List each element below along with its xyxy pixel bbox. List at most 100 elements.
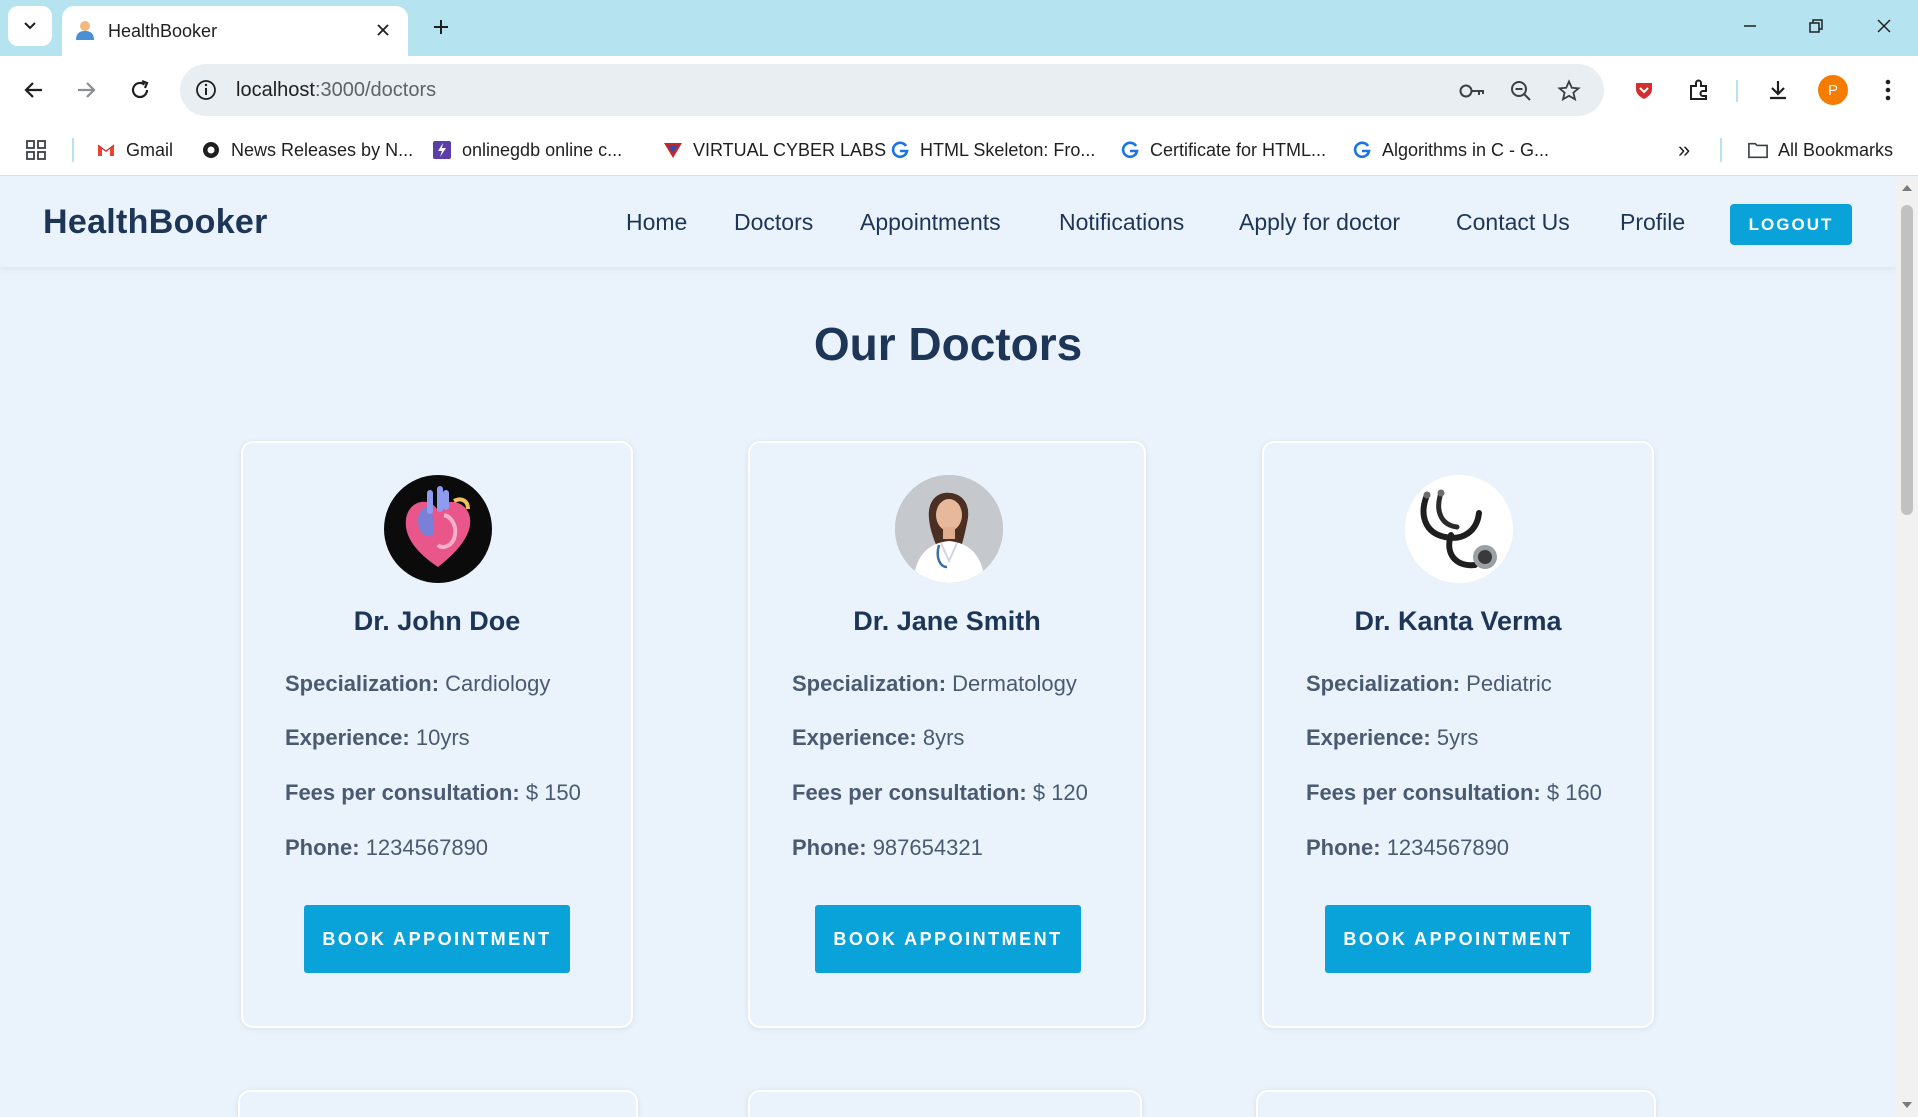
news-icon <box>203 142 219 158</box>
close-window-button[interactable] <box>1864 8 1904 44</box>
g-icon <box>1121 141 1139 159</box>
doctor-fees: Fees per consultation: $ 150 <box>285 780 581 806</box>
active-tab[interactable]: HealthBooker <box>62 6 408 56</box>
bookmark-label: onlinegdb online c... <box>462 139 623 160</box>
shield-extension-icon <box>1636 83 1652 99</box>
book-appointment-button[interactable]: BOOK APPOINTMENT <box>1325 905 1591 973</box>
doctor-favicon-icon <box>76 21 94 40</box>
doctor-experience: Experience: 8yrs <box>792 725 964 751</box>
experience-value: 8yrs <box>922 725 965 750</box>
nav-apply-for-doctor[interactable]: Apply for doctor <box>1239 209 1400 236</box>
bookmark-star-button[interactable] <box>1554 76 1584 106</box>
page-scrollbar[interactable] <box>1896 177 1918 1117</box>
doctor-photo-portrait <box>895 475 1003 583</box>
doctor-specialization: Specialization: Dermatology <box>792 671 1077 697</box>
logout-button[interactable]: LOGOUT <box>1730 204 1852 245</box>
specialization-value: Pediatric <box>1466 671 1552 696</box>
doctor-name: Dr. Jane Smith <box>853 606 1041 636</box>
apps-button[interactable] <box>26 136 46 164</box>
experience-value: 10yrs <box>415 725 470 750</box>
profile-avatar[interactable]: P <box>1818 75 1848 105</box>
restore-icon <box>1809 19 1823 33</box>
extension-shield-button[interactable] <box>1626 72 1662 108</box>
browser-toolbar: localhost:3000/doctors <box>0 56 1918 124</box>
bookmark-onlinegdb[interactable]: onlinegdb online c... <box>432 136 622 164</box>
fees-label: Fees per consultation: <box>285 780 520 805</box>
star-icon <box>1557 79 1581 102</box>
nav-contact-us[interactable]: Contact Us <box>1456 209 1570 236</box>
scrollbar-thumb[interactable] <box>1901 205 1913 515</box>
all-bookmarks-button[interactable]: All Bookmarks <box>1748 136 1893 164</box>
book-appointment-button[interactable]: BOOK APPOINTMENT <box>815 905 1081 973</box>
url-host: localhost <box>236 79 315 101</box>
tab-search-button[interactable] <box>8 6 52 46</box>
browser-menu-button[interactable] <box>1870 72 1906 108</box>
doctor-card: Dr. John Doe Specialization: Cardiology … <box>241 441 633 1028</box>
nav-home[interactable]: Home <box>626 209 687 236</box>
downloads-button[interactable] <box>1760 72 1796 108</box>
doctor-card-partial <box>1256 1090 1656 1117</box>
arrow-right-icon <box>78 82 96 98</box>
doctor-specialization: Specialization: Pediatric <box>1306 671 1552 697</box>
experience-label: Experience: <box>1306 725 1431 750</box>
chevron-double-right-icon: » <box>1678 137 1691 162</box>
bookmark-virtual-cyber-labs[interactable]: VIRTUAL CYBER LABS <box>663 136 886 164</box>
minimize-icon <box>1744 25 1756 27</box>
fees-value: $ 150 <box>525 780 581 805</box>
password-key-button[interactable] <box>1457 76 1487 106</box>
browser-tab-strip: HealthBooker <box>0 0 1918 56</box>
folder-icon <box>1748 142 1768 159</box>
zoom-out-icon <box>1511 81 1531 101</box>
doctor-name: Dr. John Doe <box>353 606 521 636</box>
address-bar[interactable]: localhost:3000/doctors <box>180 64 1604 116</box>
phone-label: Phone: <box>792 835 867 860</box>
specialization-value: Dermatology <box>952 671 1077 696</box>
bookmark-html-skeleton[interactable]: HTML Skeleton: Fro... <box>890 136 1095 164</box>
tab-close-button[interactable] <box>370 17 396 43</box>
book-appointment-button[interactable]: BOOK APPOINTMENT <box>304 905 570 973</box>
site-info-button[interactable] <box>192 76 220 104</box>
specialization-label: Specialization: <box>1306 671 1461 696</box>
page-title: Our Doctors <box>813 318 1083 370</box>
bookmark-certificate-html[interactable]: Certificate for HTML... <box>1120 136 1326 164</box>
scroll-down-arrow[interactable] <box>1902 1102 1912 1108</box>
bookmark-gmail[interactable]: Gmail <box>96 136 173 164</box>
bookmark-news-releases[interactable]: News Releases by N... <box>201 136 413 164</box>
brand-logo[interactable]: HealthBooker <box>43 203 268 242</box>
minimize-button[interactable] <box>1730 8 1770 44</box>
doctor-name: Dr. Kanta Verma <box>1354 606 1562 636</box>
new-tab-button[interactable] <box>424 10 458 44</box>
doctor-phone: Phone: 987654321 <box>792 835 983 861</box>
url-text[interactable]: localhost:3000/doctors <box>236 79 436 102</box>
nav-profile[interactable]: Profile <box>1620 209 1685 236</box>
bookmarks-overflow-button[interactable]: » <box>1678 136 1690 164</box>
doctor-fees: Fees per consultation: $ 160 <box>1306 780 1602 806</box>
bookmarks-separator <box>1720 138 1722 162</box>
url-path: :3000/doctors <box>314 79 437 101</box>
bookmark-label: Gmail <box>126 139 174 160</box>
phone-value: 1234567890 <box>1386 835 1510 860</box>
nav-appointments[interactable]: Appointments <box>860 209 1001 236</box>
heart-illustration-icon <box>384 475 492 583</box>
nav-notifications[interactable]: Notifications <box>1059 209 1184 236</box>
bookmark-algorithms-c[interactable]: Algorithms in C - G... <box>1352 136 1549 164</box>
download-icon <box>1770 81 1786 100</box>
stethoscope-illustration-icon <box>1405 475 1513 583</box>
plus-icon <box>434 20 448 34</box>
back-button[interactable] <box>16 72 52 108</box>
scroll-up-arrow[interactable] <box>1902 185 1912 191</box>
specialization-label: Specialization: <box>792 671 947 696</box>
doctor-card-partial <box>748 1090 1142 1117</box>
restore-button[interactable] <box>1796 8 1836 44</box>
bookmarks-separator <box>72 138 74 162</box>
chevron-down-icon <box>24 22 36 30</box>
cyber-labs-icon <box>664 143 682 158</box>
extensions-button[interactable] <box>1681 72 1717 108</box>
nav-doctors[interactable]: Doctors <box>734 209 813 236</box>
forward-button[interactable] <box>68 72 104 108</box>
doctor-experience: Experience: 10yrs <box>285 725 470 751</box>
zoom-button[interactable] <box>1506 76 1536 106</box>
reload-icon <box>131 79 149 99</box>
reload-button[interactable] <box>122 72 158 108</box>
more-vertical-icon <box>1885 79 1891 101</box>
